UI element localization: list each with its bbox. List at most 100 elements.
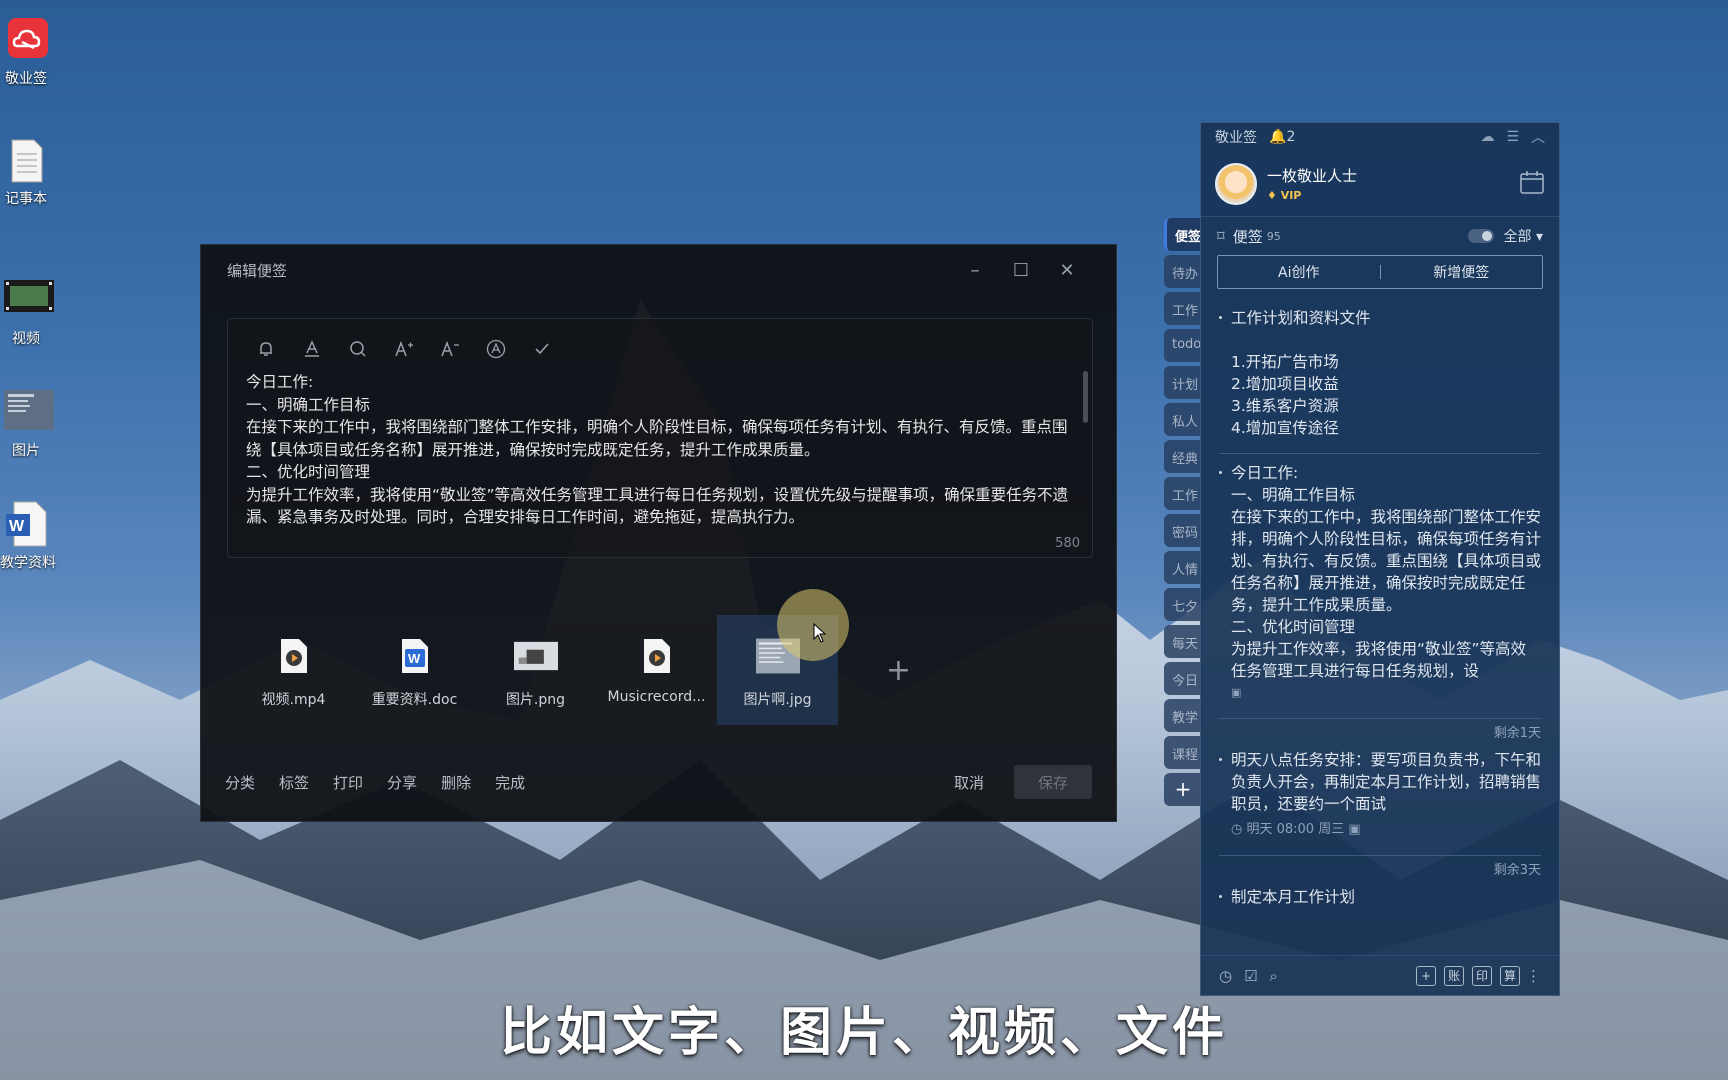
cancel-button[interactable]: 取消 [954, 772, 984, 793]
minimize-icon[interactable]: – [952, 260, 998, 281]
desktop-icon-pictures[interactable]: 图片 [0, 388, 54, 460]
add-icon[interactable]: + [1416, 965, 1436, 986]
tab-password[interactable]: 密码 [1164, 514, 1202, 547]
save-button[interactable]: 保存 [1014, 765, 1092, 799]
add-tab-button[interactable]: + [1164, 773, 1202, 806]
note-line: 二、优化时间管理 [246, 463, 371, 481]
filter-dropdown[interactable]: 全部 ▾ [1504, 226, 1543, 246]
attachment-item[interactable]: Musicrecord... [596, 615, 717, 725]
cloud-app-icon [4, 16, 48, 64]
panel-header: 敬业签 🔔 2 ☁ ☰ ︿ [1201, 123, 1559, 151]
svg-text:W: W [9, 518, 25, 535]
tab-today[interactable]: 今日 [1164, 662, 1202, 695]
note-list: 工作计划和资料文件 1.开拓广告市场 2.增加项目收益 3.维系客户资源 4.增… [1201, 289, 1559, 908]
remaining-days: 剩余3天 [1493, 863, 1541, 878]
calendar-icon[interactable] [1519, 169, 1545, 199]
attachment-item[interactable]: 视频.mp4 [233, 615, 354, 725]
scrollbar-thumb[interactable] [1083, 371, 1088, 423]
attachment-item[interactable]: W 重要资料.doc [354, 615, 475, 725]
view-toggle[interactable] [1467, 229, 1494, 243]
tab-qixi[interactable]: 七夕 [1164, 588, 1202, 621]
note-item[interactable]: 制定本月工作计划 [1219, 886, 1541, 908]
font-size-decrease-icon[interactable] [436, 335, 464, 363]
remaining-days: 剩余1天 [1493, 726, 1541, 741]
attachment-item[interactable]: 图片.png [475, 615, 596, 725]
desktop-icon-label: 记事本 [5, 191, 47, 207]
note-line: 为提升工作效率，我将使用“敬业签”等高效任务管理工具进行每日任务规划，设 [1231, 640, 1527, 680]
avatar[interactable] [1215, 162, 1257, 205]
font-color-icon[interactable] [298, 335, 326, 363]
tab-private[interactable]: 私人 [1164, 403, 1202, 436]
attachment-name: 图片啊.jpg [743, 692, 812, 708]
note-item[interactable]: 工作计划和资料文件 1.开拓广告市场 2.增加项目收益 3.维系客户资源 4.增… [1219, 307, 1541, 439]
tab-course[interactable]: 课程 [1164, 736, 1202, 769]
desktop-icon-video[interactable]: 视频 [0, 276, 54, 348]
delete-button[interactable]: 删除 [441, 772, 471, 793]
new-note-button[interactable]: 新增便签 [1381, 262, 1543, 282]
tag-button[interactable]: 标签 [279, 772, 309, 793]
video-subtitle: 比如文字、图片、视频、文件 [499, 1003, 1228, 1063]
checklist-icon[interactable]: ☑ [1244, 967, 1257, 985]
tab-plan[interactable]: 计划 [1164, 366, 1202, 399]
text-style-icon[interactable] [482, 335, 510, 363]
note-item[interactable]: 今日工作: 一、明确工作目标 在接下来的工作中，我将围绕部门整体工作安排，明确个… [1219, 462, 1541, 704]
audio-file-icon [635, 635, 679, 677]
clock-icon[interactable]: ◷ [1219, 967, 1232, 985]
attachment-name: 视频.mp4 [261, 692, 326, 708]
desktop-icon-teaching[interactable]: W 教学资料 [0, 500, 56, 572]
tab-teaching[interactable]: 教学 [1164, 699, 1202, 732]
note-text[interactable]: 今日工作: 一、明确工作目标 在接下来的工作中，我将围绕部门整体工作安排，明确个… [228, 371, 1092, 529]
desktop-icon-notepad[interactable]: 记事本 [0, 136, 52, 208]
attachment-indicator-icon: ▣ [1231, 686, 1242, 699]
add-attachment-button[interactable]: + [838, 615, 959, 725]
category-button[interactable]: 分类 [225, 772, 255, 793]
tab-gifts[interactable]: 人情 [1164, 551, 1202, 584]
search-icon[interactable]: ⌕ [1270, 967, 1278, 985]
print-button[interactable]: 印 [1472, 965, 1492, 986]
vip-badge: ♦ VIP [1267, 189, 1302, 202]
attachment-list: 视频.mp4 W 重要资料.doc 图片.png Musicrecord... … [233, 615, 959, 725]
font-size-increase-icon[interactable] [390, 335, 418, 363]
tab-work-2[interactable]: 工作 [1164, 477, 1202, 510]
desktop-icon-label: 教学资料 [0, 555, 56, 571]
section-title: 便签 [1232, 227, 1263, 246]
close-icon[interactable]: ✕ [1044, 260, 1090, 281]
notification-bell-icon[interactable]: 🔔 [1269, 129, 1286, 145]
complete-button[interactable]: 完成 [495, 772, 525, 793]
note-item[interactable]: 明天八点任务安排：要写项目负责书，下午和负责人开会，再制定本月工作计划，招聘销售… [1219, 749, 1541, 841]
attachment-name: Musicrecord... [607, 689, 706, 705]
note-line: 1.开拓广告市场 [1231, 353, 1339, 371]
video-folder-icon [4, 276, 54, 324]
cloud-sync-icon[interactable]: ☁ [1480, 129, 1494, 145]
search-icon[interactable] [344, 335, 372, 363]
tab-work[interactable]: 工作 [1164, 292, 1202, 325]
editor-action-bar: 分类 标签 打印 分享 删除 完成 取消 保存 [225, 765, 1092, 799]
username: 一枚敬业人士 [1267, 167, 1358, 185]
print-button[interactable]: 打印 [333, 772, 363, 793]
desktop-icon-label: 图片 [12, 443, 40, 459]
note-line: 二、优化时间管理 [1231, 618, 1356, 636]
tab-notes[interactable]: 便签 [1164, 218, 1202, 251]
ai-create-button[interactable]: Ai创作 [1218, 262, 1380, 282]
note-editor-area[interactable]: 今日工作: 一、明确工作目标 在接下来的工作中，我将围绕部门整体工作安排，明确个… [227, 318, 1093, 558]
bookmark-icon: ⌑ [1217, 227, 1225, 245]
maximize-icon[interactable]: ☐ [998, 260, 1044, 281]
desktop-icon-label: 视频 [12, 331, 40, 347]
edit-note-window: 编辑便签 – ☐ ✕ 今日工作: 一、明确工作目标 在接下来的工作中，我将围绕部… [200, 244, 1117, 822]
share-button[interactable]: 分享 [387, 772, 417, 793]
calculate-button[interactable]: 算 [1500, 965, 1520, 986]
tab-classic[interactable]: 经典 [1164, 440, 1202, 473]
menu-icon[interactable]: ☰ [1506, 129, 1519, 145]
more-icon[interactable]: ⋮ [1526, 967, 1541, 985]
check-icon[interactable] [528, 335, 556, 363]
bell-icon[interactable] [252, 335, 280, 363]
collapse-icon[interactable]: ︿ [1531, 127, 1545, 147]
account-button[interactable]: 账 [1444, 965, 1464, 986]
notification-count: 2 [1286, 129, 1296, 145]
tab-todo[interactable]: 待办 [1164, 255, 1202, 288]
desktop-icon-jingyeqian[interactable]: 敬业签 [0, 16, 52, 88]
video-file-icon [272, 635, 316, 677]
tab-todo-en[interactable]: todo [1164, 329, 1202, 362]
notepad-icon [4, 136, 48, 184]
tab-daily[interactable]: 每天 [1164, 625, 1202, 658]
